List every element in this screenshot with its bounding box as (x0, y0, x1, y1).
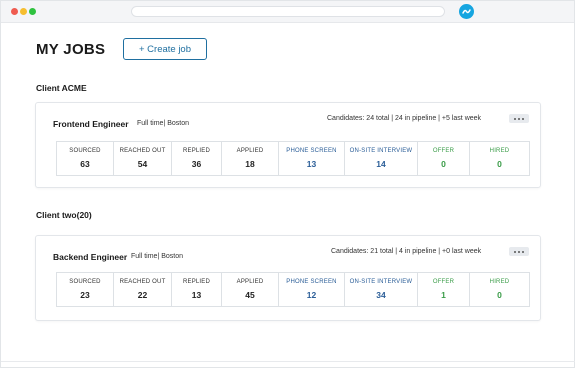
job-title[interactable]: Frontend Engineer (53, 119, 129, 129)
stage-offer[interactable]: OFFER 0 (418, 142, 470, 175)
stage-count: 63 (80, 159, 90, 169)
stage-label: OFFER (432, 148, 455, 154)
job-card: Backend Engineer Full time| Boston Candi… (35, 235, 541, 321)
stage-phone-screen[interactable]: PHONE SCREEN 13 (279, 142, 345, 175)
stage-sourced[interactable]: SOURCED 63 (57, 142, 114, 175)
stage-label: ON-SITE INTERVIEW (349, 148, 413, 154)
stage-label: REPLIED (182, 148, 211, 154)
page-title: MY JOBS (36, 41, 106, 58)
stage-count: 0 (497, 290, 502, 300)
page-divider (1, 361, 575, 362)
stage-label: APPLIED (236, 148, 264, 154)
stage-label: HIRED (489, 148, 510, 154)
job-meta: Full time| Boston (137, 120, 190, 127)
stage-reached-out[interactable]: REACHED OUT 22 (114, 273, 172, 306)
window-titlebar (1, 1, 574, 23)
stage-count: 14 (376, 159, 386, 169)
close-window-icon[interactable] (11, 8, 18, 15)
stage-label: OFFER (432, 279, 455, 285)
stage-label: SOURCED (69, 148, 101, 154)
maximize-window-icon[interactable] (29, 8, 36, 15)
job-meta: Full time| Boston (131, 253, 184, 260)
pipeline-stages: SOURCED 23 REACHED OUT 22 REPLIED 13 APP… (56, 272, 530, 307)
stage-onsite-interview[interactable]: ON-SITE INTERVIEW 34 (345, 273, 418, 306)
app-logo-icon (459, 4, 474, 19)
stage-onsite-interview[interactable]: ON-SITE INTERVIEW 14 (345, 142, 418, 175)
stage-hired[interactable]: HIRED 0 (470, 142, 529, 175)
client-title: Client two(20) (36, 210, 92, 220)
stage-label: REPLIED (182, 279, 211, 285)
stage-label: HIRED (489, 279, 510, 285)
job-candidate-stats: Candidates: 24 total | 24 in pipeline | … (327, 115, 482, 122)
stage-label: ON-SITE INTERVIEW (349, 279, 413, 285)
create-job-button[interactable]: + Create job (123, 38, 207, 60)
pipeline-stages: SOURCED 63 REACHED OUT 54 REPLIED 36 APP… (56, 141, 530, 176)
stage-label: PHONE SCREEN (286, 148, 337, 154)
stage-count: 13 (306, 159, 317, 169)
stage-count: 12 (306, 290, 317, 300)
stage-label: SOURCED (69, 279, 101, 285)
stage-replied[interactable]: REPLIED 13 (172, 273, 222, 306)
stage-label: PHONE SCREEN (286, 279, 337, 285)
stage-count: 0 (441, 159, 446, 169)
stage-count: 0 (497, 159, 502, 169)
stage-hired[interactable]: HIRED 0 (470, 273, 529, 306)
stage-count: 18 (245, 159, 255, 169)
more-options-button[interactable] (509, 247, 529, 256)
app-window: MY JOBS + Create job Client ACME Fronten… (0, 0, 575, 368)
stage-count: 13 (191, 290, 202, 300)
job-candidate-stats: Candidates: 21 total | 4 in pipeline | +… (331, 248, 482, 255)
stage-count: 1 (441, 290, 446, 300)
stage-replied[interactable]: REPLIED 36 (172, 142, 222, 175)
stage-label: REACHED OUT (119, 148, 166, 154)
job-card: Frontend Engineer Full time| Boston Cand… (35, 102, 541, 188)
stage-count: 54 (137, 159, 148, 169)
address-bar[interactable] (131, 6, 445, 17)
stage-offer[interactable]: OFFER 1 (418, 273, 470, 306)
stage-phone-screen[interactable]: PHONE SCREEN 12 (279, 273, 345, 306)
minimize-window-icon[interactable] (20, 8, 27, 15)
more-options-button[interactable] (509, 114, 529, 123)
stage-sourced[interactable]: SOURCED 23 (57, 273, 114, 306)
stage-reached-out[interactable]: REACHED OUT 54 (114, 142, 172, 175)
stage-count: 23 (80, 290, 90, 300)
stage-applied[interactable]: APPLIED 18 (222, 142, 279, 175)
stage-count: 34 (376, 290, 386, 300)
stage-count: 36 (191, 159, 202, 169)
stage-label: APPLIED (236, 279, 264, 285)
stage-applied[interactable]: APPLIED 45 (222, 273, 279, 306)
stage-label: REACHED OUT (119, 279, 166, 285)
client-title: Client ACME (36, 83, 87, 93)
job-title[interactable]: Backend Engineer (53, 252, 127, 262)
stage-count: 45 (245, 290, 255, 300)
stage-count: 22 (137, 290, 148, 300)
